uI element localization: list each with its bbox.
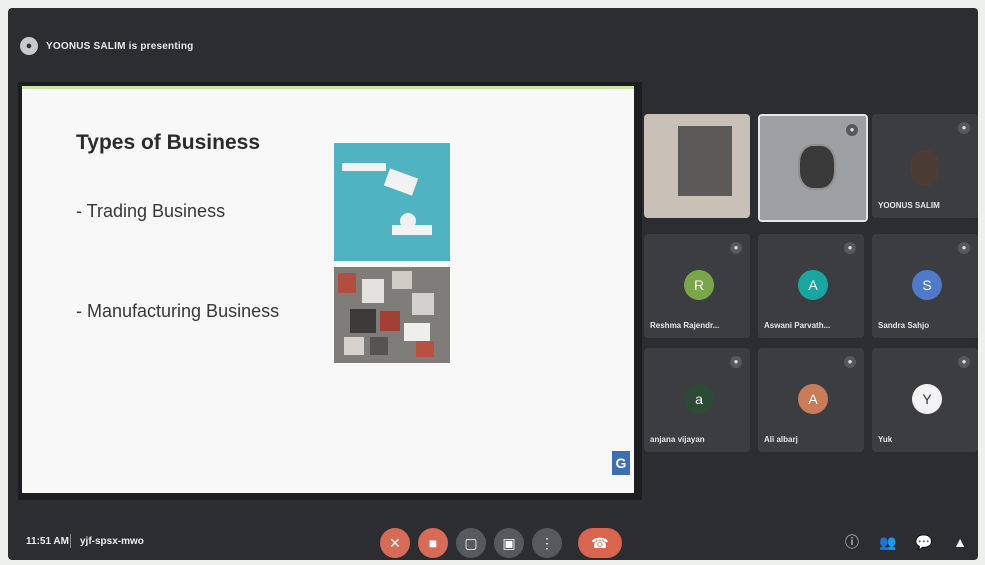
participant-name: Ali albarj (764, 435, 798, 444)
participant-name: Aswani Parvath... (764, 321, 831, 330)
meeting-code: yjf-spsx-mwo (80, 536, 144, 547)
participant-name: Sandra Sahjo (878, 321, 930, 330)
room-background (678, 126, 732, 196)
avatar-letter: a (684, 384, 714, 414)
more-options-icon[interactable]: ⋮ (532, 528, 562, 558)
meeting-controls-bar: 11:51 AM yjf-spsx-mwo ✕ ■ ▢ ▣ ⋮ ☎ ⓘ 👥 💬 … (8, 520, 978, 560)
avatar-letter: S (912, 270, 942, 300)
participant-name: Reshma Rajendr... (650, 321, 720, 330)
chat-icon[interactable]: 💬 (914, 532, 934, 552)
participant-tile-4[interactable]: R ● Reshma Rajendr... (644, 234, 750, 338)
manufacturing-image (334, 267, 450, 363)
participant-name: YOONUS SALIM (878, 201, 940, 210)
mic-off-icon: ● (958, 356, 970, 368)
face-avatar-icon (798, 144, 836, 190)
presenting-label: YOONUS SALIM is presenting (46, 40, 194, 52)
right-controls: ⓘ 👥 💬 ▲ (842, 532, 970, 552)
present-icon[interactable]: ▣ (494, 528, 524, 558)
slide-bullet-trading: - Trading Business (76, 201, 226, 221)
mic-off-icon: ● (958, 242, 970, 254)
mic-off-icon[interactable]: ✕ (380, 528, 410, 558)
mic-on-icon: ● (846, 124, 858, 136)
meeting-time: 11:51 AM (26, 536, 69, 547)
presenting-bar: ● YOONUS SALIM is presenting (20, 34, 193, 58)
participant-tile-8[interactable]: A ● Ali albarj (758, 348, 864, 452)
trading-image (334, 143, 450, 261)
participant-tile-9[interactable]: Y ● Yuk (872, 348, 978, 452)
camera-off-icon[interactable]: ■ (418, 528, 448, 558)
presentation-panel: Types of Business - Trading Business - M… (18, 82, 642, 500)
captions-icon[interactable]: ▢ (456, 528, 486, 558)
participant-tile-5[interactable]: A ● Aswani Parvath... (758, 234, 864, 338)
separator (70, 534, 71, 548)
participant-name: Yuk (878, 435, 893, 444)
participant-tile-1[interactable] (644, 114, 750, 218)
avatar-image (910, 150, 940, 186)
people-icon[interactable]: 👥 (878, 532, 898, 552)
meeting-window: ● YOONUS SALIM is presenting Types of Bu… (8, 8, 978, 560)
mic-off-icon: ● (844, 356, 856, 368)
avatar-letter: A (798, 384, 828, 414)
end-call-icon[interactable]: ☎ (578, 528, 622, 558)
avatar-letter: A (798, 270, 828, 300)
mic-off-icon: ● (844, 242, 856, 254)
slide-title: Types of Business (76, 131, 260, 154)
participant-tile-6[interactable]: S ● Sandra Sahjo (872, 234, 978, 338)
activities-icon[interactable]: ▲ (950, 532, 970, 552)
slide-bullet-manufacturing: - Manufacturing Business (76, 301, 280, 321)
info-icon[interactable]: ⓘ (842, 532, 862, 552)
participant-tile-3[interactable]: ● YOONUS SALIM (872, 114, 978, 218)
mic-off-icon: ● (730, 356, 742, 368)
avatar-letter: Y (912, 384, 942, 414)
person-avatar-icon: ● (20, 37, 38, 55)
participant-name: anjana vijayan (650, 435, 705, 444)
participant-tile-2[interactable]: ● (758, 114, 868, 222)
avatar-letter: R (684, 270, 714, 300)
participant-tile-7[interactable]: a ● anjana vijayan (644, 348, 750, 452)
slide: Types of Business - Trading Business - M… (22, 86, 634, 493)
slide-app-badge: G (612, 451, 630, 475)
mic-off-icon: ● (730, 242, 742, 254)
mic-off-icon: ● (958, 122, 970, 134)
